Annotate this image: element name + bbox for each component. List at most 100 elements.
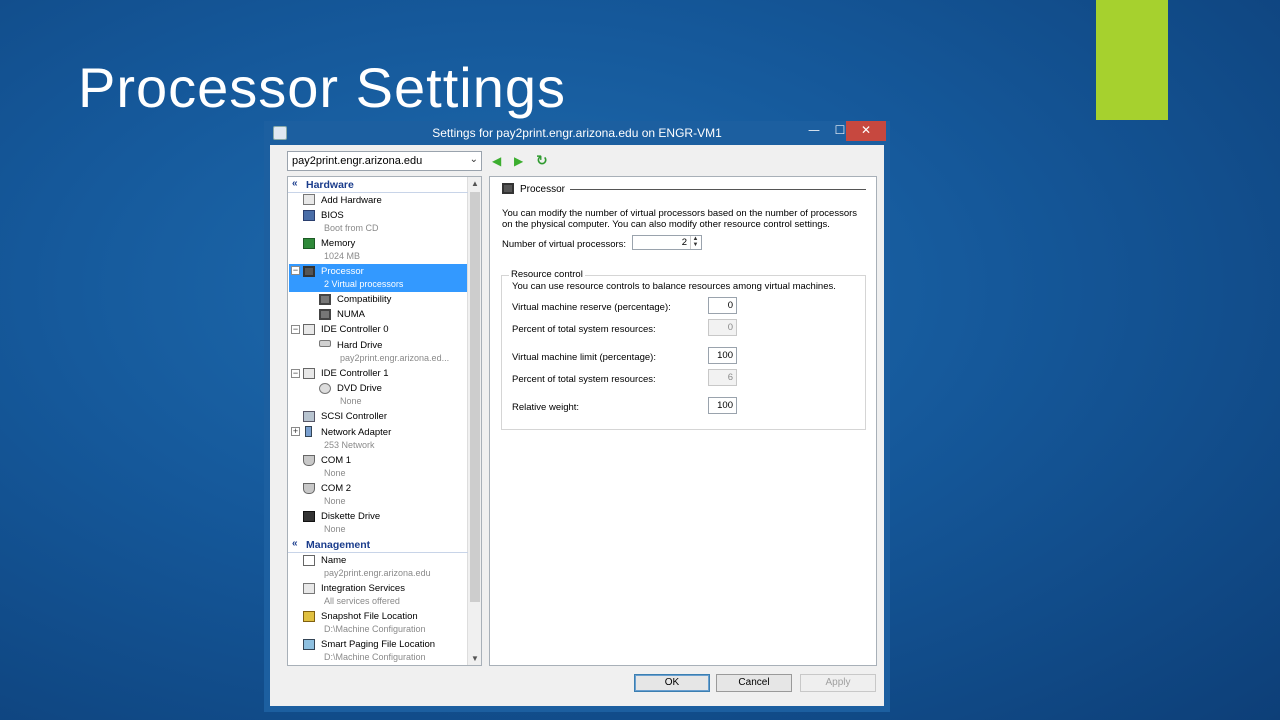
tree-item-name-sub: pay2print.engr.arizona.edu — [324, 568, 431, 578]
integration-services-icon — [303, 583, 315, 594]
tree-item-com2[interactable]: COM 2 — [321, 483, 351, 494]
tree-item-hard-drive-sub: pay2print.engr.arizona.ed... — [340, 353, 450, 363]
num-vp-stepper[interactable]: 2 ▲ ▼ — [632, 235, 702, 250]
panel-header: Processor — [520, 184, 566, 195]
com-port-icon — [303, 483, 315, 494]
memory-icon — [303, 238, 315, 249]
tree-item-smart-paging-sub: D:\Machine Configuration — [324, 652, 426, 662]
expand-icon[interactable]: + — [291, 427, 300, 436]
tree-item-hard-drive[interactable]: Hard Drive — [337, 340, 382, 351]
numa-icon — [319, 309, 331, 320]
compatibility-icon — [319, 294, 331, 305]
tree-item-smart-paging[interactable]: Smart Paging File Location — [321, 639, 435, 650]
tree-scrollbar[interactable]: ▲ ▼ — [467, 177, 481, 665]
pct-total-label-1: Percent of total system resources: — [512, 324, 656, 335]
tree-item-dvd-drive[interactable]: DVD Drive — [337, 383, 382, 394]
tree-item-ide-controller-1[interactable]: IDE Controller 1 — [321, 368, 389, 379]
minimize-button[interactable]: — — [801, 121, 827, 141]
dvd-drive-icon — [319, 383, 331, 394]
vm-select-value: pay2print.engr.arizona.edu — [292, 155, 423, 167]
reserve-label: Virtual machine reserve (percentage): — [512, 302, 671, 313]
tree-item-snapshot-location-sub: D:\Machine Configuration — [324, 624, 426, 634]
weight-input[interactable]: 100 — [708, 397, 737, 414]
reserve-input[interactable]: 0 — [708, 297, 737, 314]
network-adapter-icon — [305, 426, 312, 437]
chevron-down-icon: ⌄ — [469, 154, 478, 165]
ok-button[interactable]: OK — [634, 674, 710, 692]
weight-label: Relative weight: — [512, 402, 580, 413]
tree-item-integration-services-sub: All services offered — [324, 596, 400, 606]
hardware-header[interactable]: « Hardware — [288, 178, 468, 193]
hard-drive-icon — [319, 340, 331, 347]
tree-item-diskette-drive-sub: None — [324, 524, 346, 534]
scsi-controller-icon — [303, 411, 315, 422]
scroll-down-icon[interactable]: ▼ — [471, 654, 479, 663]
vm-select[interactable]: pay2print.engr.arizona.edu ⌄ — [287, 151, 482, 171]
collapse-icon: « — [292, 538, 298, 549]
tree-item-dvd-drive-sub: None — [340, 396, 362, 406]
resource-control-title: Resource control — [509, 269, 585, 280]
bios-icon — [303, 210, 315, 221]
ide-controller-icon — [303, 324, 315, 335]
collapse-icon[interactable]: − — [291, 325, 300, 334]
tree-item-integration-services[interactable]: Integration Services — [321, 583, 405, 594]
snapshot-location-icon — [303, 611, 315, 622]
slide-title: Processor Settings — [78, 56, 566, 119]
close-button[interactable]: ✕ — [846, 121, 886, 141]
tree-item-network-adapter[interactable]: Network Adapter — [321, 427, 391, 438]
title-bar[interactable]: Settings for pay2print.engr.arizona.edu … — [264, 121, 890, 145]
settings-window: Settings for pay2print.engr.arizona.edu … — [264, 121, 890, 712]
name-icon — [303, 555, 315, 566]
collapse-icon[interactable]: − — [291, 266, 300, 275]
tree-item-bios-sub: Boot from CD — [324, 223, 379, 233]
limit-input[interactable]: 100 — [708, 347, 737, 364]
limit-label: Virtual machine limit (percentage): — [512, 352, 656, 363]
tree-item-com2-sub: None — [324, 496, 346, 506]
spin-arrows-icon[interactable]: ▲ ▼ — [690, 236, 700, 249]
processor-settings-panel: Processor You can modify the number of v… — [489, 176, 877, 666]
window-title: Settings for pay2print.engr.arizona.edu … — [432, 126, 722, 140]
refresh-icon[interactable]: ↻ — [536, 154, 548, 168]
resource-control-desc: You can use resource controls to balance… — [512, 281, 836, 292]
tree-item-memory[interactable]: Memory — [321, 238, 355, 249]
paging-location-icon — [303, 639, 315, 650]
back-arrow-icon[interactable]: ◀ — [492, 154, 501, 168]
tree-item-memory-sub: 1024 MB — [324, 251, 361, 261]
com-port-icon — [303, 455, 315, 466]
processor-icon — [502, 183, 514, 194]
apply-button[interactable]: Apply — [800, 674, 876, 692]
processor-icon — [303, 266, 315, 277]
pct-total-field-2: 6 — [708, 369, 737, 386]
scroll-thumb[interactable] — [470, 192, 480, 602]
tree-item-diskette-drive[interactable]: Diskette Drive — [321, 511, 380, 522]
add-hardware-icon — [303, 194, 315, 205]
tree-item-network-adapter-sub: 253 Network — [324, 440, 375, 450]
pct-total-field-1: 0 — [708, 319, 737, 336]
management-header[interactable]: « Management — [288, 538, 468, 553]
forward-arrow-icon[interactable]: ▶ — [514, 154, 523, 168]
tree-item-compatibility[interactable]: Compatibility — [337, 294, 391, 305]
accent-bar — [1096, 0, 1168, 120]
tree-item-processor-sub: 2 Virtual processors — [324, 279, 404, 289]
tree-item-name[interactable]: Name — [321, 555, 346, 566]
tree-item-snapshot-location[interactable]: Snapshot File Location — [321, 611, 418, 622]
header-divider — [570, 189, 866, 190]
settings-tree: ▲ ▼ « Hardware Add Hardware BIOS Boot fr… — [287, 176, 482, 666]
tree-item-scsi-controller[interactable]: SCSI Controller — [321, 411, 387, 422]
num-vp-label: Number of virtual processors: — [502, 239, 627, 250]
tree-item-processor[interactable]: Processor — [321, 266, 364, 277]
panel-description: You can modify the number of virtual pro… — [502, 208, 858, 230]
tree-item-com1[interactable]: COM 1 — [321, 455, 351, 466]
pct-total-label-2: Percent of total system resources: — [512, 374, 656, 385]
tree-item-add-hardware[interactable]: Add Hardware — [321, 195, 382, 206]
tree-item-com1-sub: None — [324, 468, 346, 478]
diskette-drive-icon — [303, 511, 315, 522]
tree-item-ide-controller-0[interactable]: IDE Controller 0 — [321, 324, 389, 335]
cancel-button[interactable]: Cancel — [716, 674, 792, 692]
scroll-up-icon[interactable]: ▲ — [471, 179, 479, 188]
tree-item-bios[interactable]: BIOS — [321, 210, 344, 221]
tree-item-numa[interactable]: NUMA — [337, 309, 365, 320]
collapse-icon[interactable]: − — [291, 369, 300, 378]
num-vp-value: 2 — [681, 237, 687, 248]
ide-controller-icon — [303, 368, 315, 379]
